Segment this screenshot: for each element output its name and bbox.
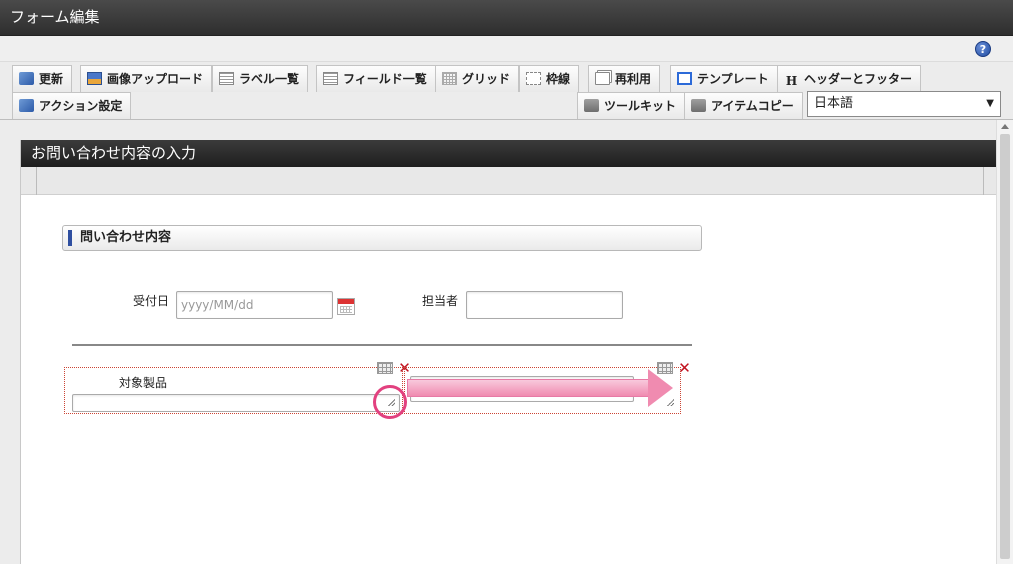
item-copy-label: アイテムコピー (711, 99, 794, 113)
divider-line (72, 344, 692, 346)
vertical-scrollbar[interactable] (996, 120, 1013, 564)
grid-label: グリッド (462, 72, 511, 86)
field-delete-icon[interactable]: ✕ (678, 361, 691, 376)
scroll-thumb[interactable] (1000, 134, 1010, 559)
image-upload-icon (87, 72, 102, 85)
assignee-label: 担当者 (422, 294, 459, 308)
reuse-label: 再利用 (615, 72, 652, 86)
grid-button[interactable]: グリッド (435, 65, 520, 92)
template-label: テンプレート (697, 72, 769, 86)
item-copy-button[interactable]: アイテムコピー (684, 92, 803, 119)
section-title: 問い合わせ内容 (62, 225, 702, 251)
grid-icon (442, 72, 457, 85)
subheader-divider (983, 167, 984, 195)
item-copy-icon (691, 99, 706, 112)
field-list-label: フィールド一覧 (343, 72, 427, 86)
received-date-input[interactable]: yyyy/MM/dd (176, 291, 333, 319)
arrow-right-icon (648, 369, 673, 407)
header-footer-button[interactable]: H ヘッダーとフッター (777, 65, 922, 92)
field-list-icon (323, 72, 338, 85)
label-list-label: ラベル一覧 (239, 72, 300, 86)
subheader-divider (36, 167, 37, 195)
label-list-icon (219, 72, 234, 85)
field-grid-icon[interactable] (377, 362, 393, 374)
update-label: 更新 (39, 72, 64, 86)
label-list-button[interactable]: ラベル一覧 (212, 65, 309, 92)
language-value: 日本語 (814, 96, 854, 111)
toolkit-button[interactable]: ツールキット (577, 92, 686, 119)
form-page: お問い合わせ内容の入力 問い合わせ内容 受付日 yyyy/MM/dd 担当者 ✕… (20, 140, 997, 564)
product-input[interactable] (72, 394, 400, 412)
border-label: 枠線 (546, 72, 571, 86)
scroll-up-icon[interactable] (1001, 124, 1009, 129)
image-upload-button[interactable]: 画像アップロード (80, 65, 213, 92)
annotation-arrow-body (407, 379, 649, 397)
action-settings-button[interactable]: アクション設定 (12, 92, 132, 119)
form-header-title: お問い合わせ内容の入力 (21, 140, 997, 167)
form-subheader (21, 167, 997, 195)
assignee-input[interactable] (466, 291, 623, 319)
header-footer-icon: H (785, 74, 798, 88)
window-title: フォーム編集 (0, 0, 1013, 36)
update-button[interactable]: 更新 (12, 65, 73, 92)
border-button[interactable]: 枠線 (519, 65, 580, 92)
template-icon (677, 72, 692, 85)
design-canvas: お問い合わせ内容の入力 問い合わせ内容 受付日 yyyy/MM/dd 担当者 ✕… (0, 120, 1013, 564)
header-footer-label: ヘッダーとフッター (804, 72, 913, 86)
language-select[interactable]: 日本語 ▼ (807, 91, 1001, 117)
image-upload-label: 画像アップロード (107, 72, 204, 86)
toolkit-label: ツールキット (604, 99, 677, 113)
reuse-icon (595, 72, 610, 85)
template-button[interactable]: テンプレート (670, 65, 778, 92)
field-list-button[interactable]: フィールド一覧 (316, 65, 436, 92)
received-date-label: 受付日 (133, 294, 170, 308)
update-icon (19, 72, 34, 85)
product-label: 対象製品 (119, 376, 168, 390)
help-bar: ? (0, 36, 1013, 62)
action-icon (19, 99, 34, 112)
chevron-down-icon: ▼ (986, 98, 994, 109)
calendar-icon[interactable] (337, 298, 355, 315)
highlight-circle (373, 385, 407, 419)
toolkit-icon (584, 99, 599, 112)
reuse-button[interactable]: 再利用 (588, 65, 661, 92)
action-settings-label: アクション設定 (39, 99, 123, 113)
help-icon[interactable]: ? (975, 41, 991, 57)
border-icon (526, 72, 541, 85)
